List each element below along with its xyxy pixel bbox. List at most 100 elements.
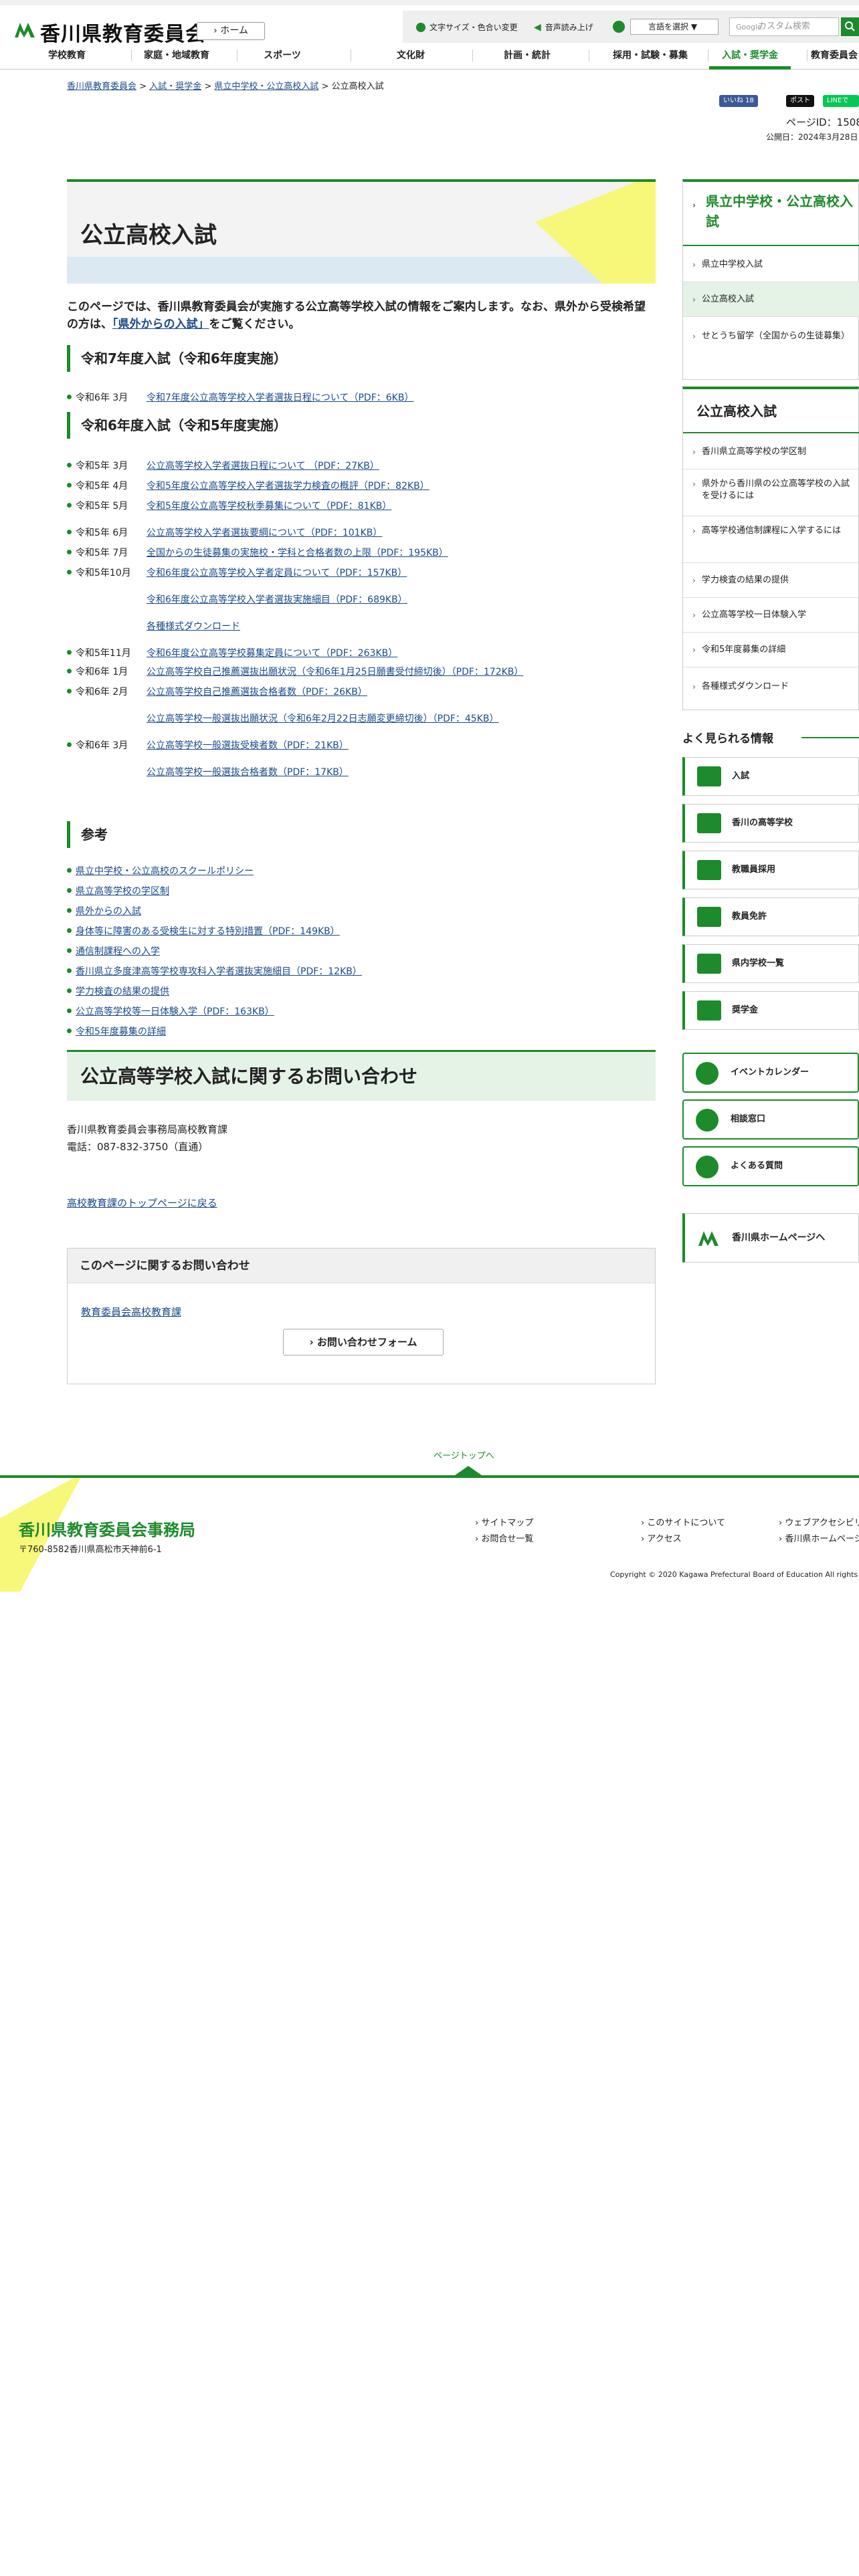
facebook-like-button[interactable]: いいね 18 [719,95,758,107]
reference-link[interactable]: 県立高等学校の学区制 [76,886,169,897]
search-button[interactable] [841,17,859,36]
popular-link-license[interactable]: 教員免許 [682,897,859,936]
popular-label: 教職員採用 [732,865,776,875]
nav-item-school[interactable]: 学校教育 [20,41,114,70]
popular-link-scholarship[interactable]: 奨学金 [682,991,859,1030]
reference-link[interactable]: 香川県立多度津高等学校専攻科入学者選抜実施細目（PDF：12KB） [76,966,362,977]
bullet-icon [67,689,72,693]
side-nav-item-active[interactable]: › 公立高校入試 [683,282,859,317]
item-date: 令和6年 3月 [76,393,128,403]
chevron-right-icon: › [692,576,696,585]
side-nav-item[interactable]: › 県外から香川県の公立高等学校の入試を受けるには [683,469,859,516]
x-post-button[interactable]: ポスト [786,95,814,107]
prefecture-home-link[interactable]: 香川県ホームページへ [682,1213,859,1263]
font-size-icon [416,22,425,32]
inquiry-form-button[interactable]: › お問い合わせフォーム [283,1329,444,1356]
reference-link[interactable]: 身体等に障害のある受検生に対する特別措置（PDF：149KB） [76,926,340,937]
home-button[interactable]: › ホーム [197,22,265,40]
item-link[interactable]: 全国からの生徒募集の実施校・学科と合格者数の上限（PDF：195KB） [147,548,448,558]
item-date: 令和5年 6月 [76,528,128,538]
side-nav-item[interactable]: › 香川県立高等学校の学区制 [683,435,859,469]
item-link[interactable]: 公立高等学校自己推薦選抜合格者数（PDF：26KB） [147,687,367,697]
item-link[interactable]: 公立高等学校一般選抜出願状況（令和6年2月22日志願変更締切後）（PDF：45K… [147,714,499,724]
item-link[interactable]: 令和6年度公立高等学校入学者定員について（PDF：157KB） [147,568,407,578]
inquiry-dept-link[interactable]: 教育委員会高校教育課 [81,1305,181,1319]
item-link[interactable]: 令和6年度公立高等学校募集定員について（PDF：263KB） [147,648,397,659]
breadcrumb-link[interactable]: 香川県教育委員会 [67,82,136,92]
nav-item-sports[interactable]: スポーツ [240,41,325,70]
font-size-label: 文字サイズ・色合い変更 [430,23,518,32]
item-link[interactable]: 令和5年度公立高等学校入学者選抜学力検査の概評（PDF：82KB） [147,481,430,492]
font-size-link[interactable]: 文字サイズ・色合い変更 [416,21,518,33]
breadcrumb-link[interactable]: 県立中学校・公立高校入試 [214,82,318,92]
voice-link[interactable]: ◀ 音声読み上げ [534,21,593,33]
side-nav-item[interactable]: › 公立高等学校一日体験入学 [683,598,859,633]
consultation-link[interactable]: 相談窓口 [682,1099,859,1140]
breadcrumb-link[interactable]: 入試・奨学金 [149,82,201,92]
copyright: Copyright © 2020 Kagawa Prefectural Boar… [610,1570,859,1579]
side-nav-label: 各種様式ダウンロード [702,681,789,691]
list-item: 令和6年 3月 令和7年度公立高等学校入学者選抜日程について（PDF：6KB） [67,392,413,404]
footer-link-access[interactable]: › アクセス [641,1531,682,1544]
side-nav-item[interactable]: › せとうち留学（全国からの生徒募集） [683,317,859,380]
footer-link-accessibility[interactable]: › ウェブアクセシビリティ [779,1515,859,1528]
item-link[interactable]: 令和5年度公立高等学校秋季募集について（PDF：81KB） [147,501,391,512]
green-link-label: 相談窓口 [731,1114,766,1124]
page-id: ページID：15080 [786,116,859,128]
language-select[interactable]: 言語を選択 ▼ [630,19,719,35]
reference-link[interactable]: 令和5年度募集の詳細 [76,1027,166,1037]
item-link[interactable]: 公立高等学校入学者選抜日程について （PDF：27KB） [147,461,379,471]
nav-item-family[interactable]: 家庭・地域教育 [134,41,219,70]
item-date: 令和5年 4月 [76,481,128,492]
side-nav-item[interactable]: › 高等学校通信制課程に入学するには [683,516,859,563]
item-link[interactable]: 各種様式ダウンロード [147,621,240,632]
item-link[interactable]: 令和6年度公立高等学校入学者選抜実施細目（PDF：689KB） [147,595,407,605]
inquiry-form-label: お問い合わせフォーム [316,1336,417,1348]
footer-link-pref[interactable]: › 香川県ホームページ [779,1531,859,1544]
side-nav-item[interactable]: › 県立中学校入試 [683,247,859,282]
popular-link-exam[interactable]: 入試 [682,757,859,796]
nav-item-plan[interactable]: 計画・統計 [476,41,578,70]
nav-item-board[interactable]: 教育委員会 [811,41,859,70]
popular-link-school-list[interactable]: 県内学校一覧 [682,944,859,983]
item-link[interactable]: 令和7年度公立高等学校入学者選抜日程について（PDF：6KB） [147,393,413,403]
back-to-top-link[interactable]: 高校教育課のトップページに戻る [67,1196,217,1210]
sub-list-item: 各種様式ダウンロード [147,621,240,633]
side-nav-item[interactable]: › 令和5年度募集の詳細 [683,633,859,667]
id-card-icon [697,907,721,927]
nav-item-exam[interactable]: 入試・奨学金 [709,41,791,70]
item-link[interactable]: 公立高等学校一般選抜合格者数（PDF：17KB） [147,767,349,778]
item-link[interactable]: 公立高等学校入学者選抜要綱について（PDF：101KB） [147,528,382,538]
line-share-button[interactable]: LINEで送る [823,95,859,116]
reference-link[interactable]: 学力検査の結果の提供 [76,986,169,997]
nav-item-culture[interactable]: 文化財 [353,41,468,70]
logo-icon [698,1231,719,1246]
item-link[interactable]: 公立高等学校一般選抜受検者数（PDF：21KB） [147,740,349,751]
footer-link-contacts[interactable]: › お問合せ一覧 [475,1531,533,1544]
intro-link[interactable]: 「県外からの入試」 [112,318,209,331]
list-item: 令和5年 3月 公立高等学校入学者選抜日程について （PDF：27KB） [67,460,379,472]
faq-link[interactable]: よくある質問 [682,1146,859,1186]
event-calendar-link[interactable]: イベントカレンダー [682,1053,859,1093]
footer-link-sitemap[interactable]: › サイトマップ [475,1515,533,1528]
item-link[interactable]: 公立高等学校自己推薦選抜出願状況（令和6年1月25日願書受付締切後）（PDF：1… [147,667,523,677]
item-date: 令和5年10月 [76,568,131,578]
footer: 香川県教育委員会事務局 〒760-8582香川県高松市天神前6-1 › サイトマ… [0,1475,859,1592]
global-nav: 学校教育 家庭・地域教育 スポーツ 文化財 計画・統計 採用・試験・募集 入試・… [0,41,859,70]
popular-label: 香川の高等学校 [732,818,793,828]
popular-link-schools[interactable]: 香川の高等学校 [682,804,859,843]
popular-link-recruit[interactable]: 教職員採用 [682,851,859,889]
side-nav-item[interactable]: › 学力検査の結果の提供 [683,563,859,598]
reference-link[interactable]: 県外からの入試 [76,906,141,917]
nav-item-recruit[interactable]: 採用・試験・募集 [593,41,708,70]
side-nav-item[interactable]: › 各種様式ダウンロード [683,667,859,708]
reference-link[interactable]: 通信制課程への入学 [76,946,160,957]
reference-link[interactable]: 公立高等学校等一日体験入学（PDF：163KB） [76,1006,274,1017]
side-nav-title[interactable]: › 県立中学校・公立高校入試 [683,182,859,246]
page-top-link[interactable]: ページトップへ [434,1448,494,1461]
footer-link-about[interactable]: › このサイトについて [641,1515,725,1528]
list-item: 令和5年 6月 公立高等学校入学者選抜要綱について（PDF：101KB） [67,527,382,539]
sub-list-item: 公立高等学校一般選抜合格者数（PDF：17KB） [147,766,349,778]
reference-link[interactable]: 県立中学校・公立高校のスクールポリシー [76,866,254,877]
prefecture-home-label: 香川県ホームページへ [732,1232,826,1243]
